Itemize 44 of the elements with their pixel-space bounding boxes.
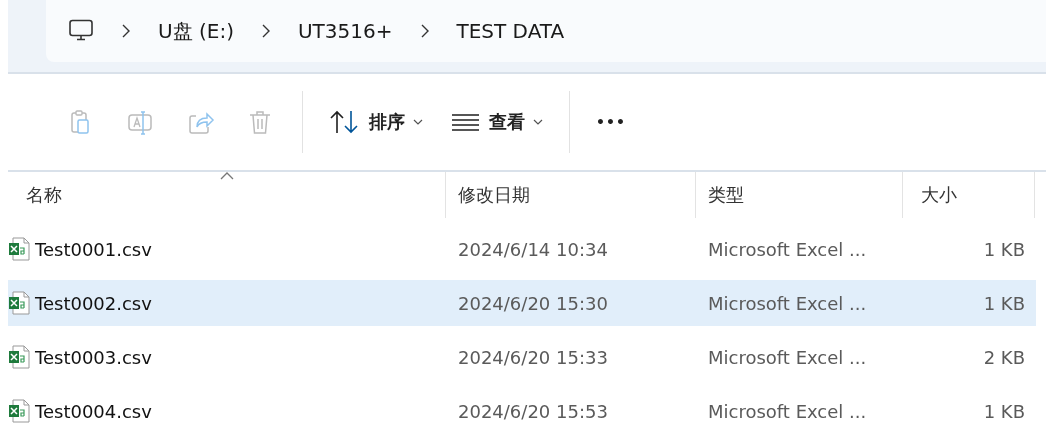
file-name: Test0003.csv <box>35 346 152 368</box>
computer-icon[interactable] <box>68 19 94 43</box>
column-header[interactable]: 修改日期 <box>446 172 696 218</box>
spreadsheet-file-icon <box>8 399 30 423</box>
breadcrumb-item[interactable]: TEST DATA <box>456 19 565 43</box>
file-row[interactable]: Test0003.csv 2024/6/20 15:33 Microsoft Excel ... 2 KB <box>8 334 1036 380</box>
type-cell-text: Microsoft Excel ... <box>707 346 868 368</box>
more-button[interactable]: ••• <box>596 114 626 130</box>
caret-icon <box>533 119 543 125</box>
view-button[interactable]: 查看 <box>451 110 543 134</box>
file-name: Test0001.csv <box>35 238 152 260</box>
sort-icon <box>329 109 361 135</box>
date-cell-text: 2024/6/20 15:33 <box>457 346 609 368</box>
column-header[interactable]: 大小 <box>903 172 1035 218</box>
chevron-icon <box>262 24 270 38</box>
sort-button[interactable]: 排序 <box>329 109 423 135</box>
type-cell-text: Microsoft Excel ... <box>707 238 868 260</box>
breadcrumb-item[interactable]: UT3516+ <box>298 19 393 43</box>
spreadsheet-file-icon <box>8 237 30 261</box>
file-name: Test0002.csv <box>35 292 152 314</box>
date-cell-text: 2024/6/20 15:30 <box>457 292 609 314</box>
spreadsheet-file-icon <box>8 291 30 315</box>
type-cell-text: Microsoft Excel ... <box>707 292 868 314</box>
date-cell-text: 2024/6/20 15:53 <box>457 400 609 422</box>
file-row[interactable]: Test0004.csv 2024/6/20 15:53 Microsoft Excel ... 1 KB <box>8 388 1036 424</box>
sort-indicator-icon <box>219 172 234 180</box>
chevron-icon <box>122 24 130 38</box>
chevron-icon <box>420 24 429 38</box>
column-header[interactable]: 名称 <box>8 172 446 218</box>
breadcrumb-bar[interactable]: U盘 (E:) UT3516+ TEST DATA <box>46 0 1046 62</box>
spreadsheet-file-icon <box>8 345 30 369</box>
caret-icon <box>413 119 423 125</box>
file-row[interactable]: Test0001.csv 2024/6/14 10:34 Microsoft Excel ... 1 KB <box>8 226 1036 272</box>
breadcrumb-item[interactable]: U盘 (E:) <box>158 17 234 45</box>
file-row[interactable]: Test0002.csv 2024/6/20 15:30 Microsoft Excel ... 1 KB <box>8 280 1036 326</box>
column-header[interactable]: 类型 <box>696 172 903 218</box>
lines-icon <box>451 113 481 131</box>
size-cell-text: 1 KB <box>982 292 1026 314</box>
type-cell-text: Microsoft Excel ... <box>707 400 868 422</box>
file-name: Test0004.csv <box>35 400 152 422</box>
size-cell-text: 2 KB <box>982 346 1026 368</box>
date-cell-text: 2024/6/14 10:34 <box>457 238 609 260</box>
size-cell-text: 1 KB <box>982 400 1026 422</box>
size-cell-text: 1 KB <box>982 238 1026 260</box>
